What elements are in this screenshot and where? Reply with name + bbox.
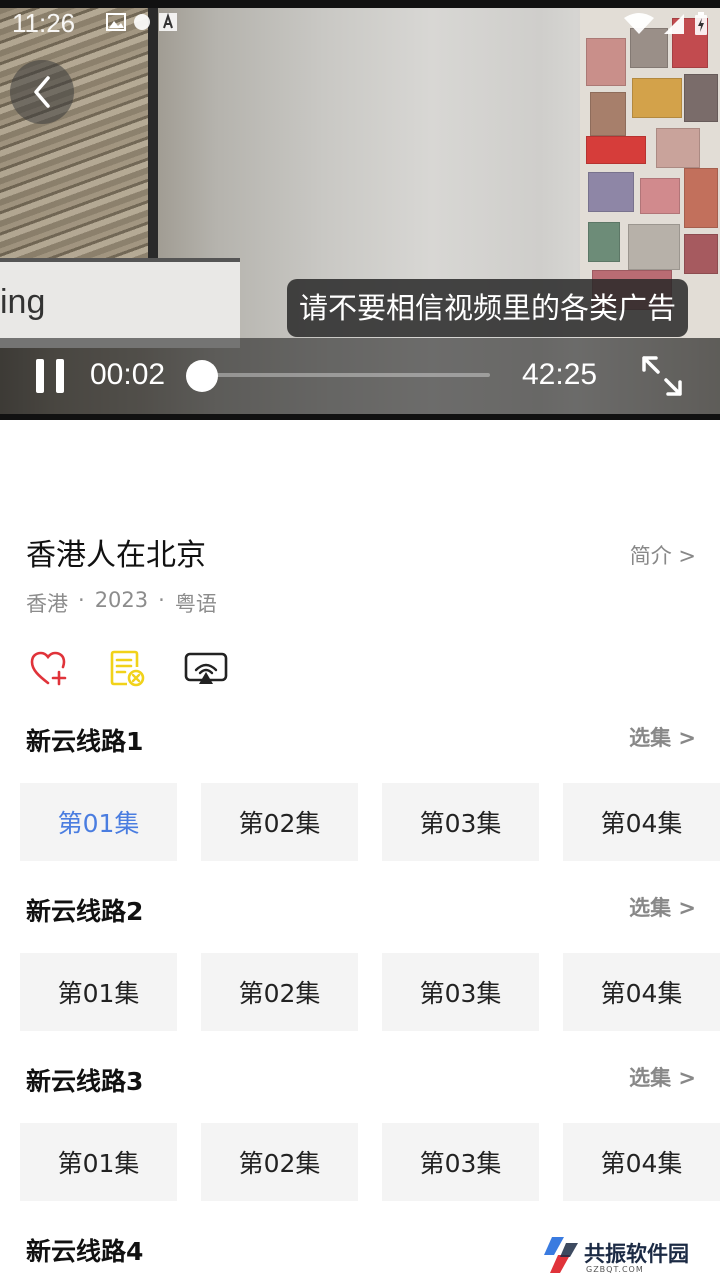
episode-button[interactable]: 第01集 (20, 1123, 177, 1201)
episode-button[interactable]: 第03集 (382, 783, 539, 861)
episode-row: 第01集 第02集 第03集 第04集 (20, 953, 720, 1031)
select-episode-link[interactable]: 选集 > (629, 1062, 696, 1092)
episode-button[interactable]: 第02集 (201, 953, 358, 1031)
source-line-title: 新云线路3 (26, 1067, 144, 1096)
cast-icon (184, 652, 228, 684)
ad-warning-notice: 请不要相信视频里的各类广告 (287, 279, 689, 337)
select-episode-link[interactable]: 选集 > (629, 722, 696, 752)
show-meta: 香港 · 2023 · 粤语 (26, 588, 217, 616)
select-episode-link[interactable]: 选集 > (629, 892, 696, 922)
show-language: 粤语 (174, 592, 217, 616)
source-line-title: 新云线路4 (26, 1237, 144, 1266)
notification-icon (134, 14, 150, 30)
show-year: 2023 (94, 588, 149, 612)
progress-bar[interactable] (200, 373, 490, 377)
status-notifications (106, 12, 178, 32)
gallery-icon (106, 13, 126, 31)
video-player[interactable]: ing 11:26 请不要相信视频里的各类广告 00:02 42:25 (0, 0, 720, 420)
chevron-left-icon (34, 76, 50, 108)
back-button[interactable] (10, 60, 74, 124)
watermark-subtext: GZBQT.COM (586, 1265, 644, 1274)
status-time: 11:26 (12, 8, 76, 38)
episode-row: 第01集 第02集 第03集 第04集 (20, 783, 720, 861)
playlist-remove-button[interactable] (106, 648, 148, 690)
episode-button[interactable]: 第04集 (563, 953, 720, 1031)
battery-charging-icon (695, 12, 707, 35)
heart-add-icon (30, 651, 67, 686)
playlist-remove-icon (110, 650, 145, 687)
video-frame: ing (0, 8, 720, 414)
watermark-text: 共振软件园 (584, 1241, 689, 1266)
favorite-button[interactable] (28, 648, 70, 690)
episode-button[interactable]: 第02集 (201, 783, 358, 861)
signal-icon (664, 14, 684, 34)
pause-button[interactable] (28, 356, 72, 396)
progress-thumb[interactable] (186, 360, 218, 392)
episode-button[interactable]: 第03集 (382, 953, 539, 1031)
intro-link[interactable]: 简介 > (630, 540, 696, 570)
episode-button[interactable]: 第03集 (382, 1123, 539, 1201)
show-region: 香港 (26, 592, 68, 616)
episode-button[interactable]: 第02集 (201, 1123, 358, 1201)
source-line-title: 新云线路1 (26, 727, 144, 756)
watermark-icon (544, 1237, 578, 1273)
episode-button[interactable]: 第04集 (563, 783, 720, 861)
total-time: 42:25 (522, 358, 598, 391)
fullscreen-icon[interactable] (640, 354, 684, 398)
episode-button[interactable]: 第04集 (563, 1123, 720, 1201)
current-time: 00:02 (90, 358, 166, 391)
video-scene-board-text: ing (0, 283, 46, 321)
episode-button[interactable]: 第01集 (20, 783, 177, 861)
episode-button[interactable]: 第01集 (20, 953, 177, 1031)
wifi-icon (624, 13, 654, 34)
episode-row: 第01集 第02集 第03集 第04集 (20, 1123, 720, 1201)
show-title: 香港人在北京 (26, 538, 206, 573)
action-bar (28, 648, 264, 690)
font-icon (159, 12, 177, 31)
status-system-icons (624, 12, 708, 36)
source-line-title: 新云线路2 (26, 897, 144, 926)
cast-button[interactable] (184, 648, 228, 690)
